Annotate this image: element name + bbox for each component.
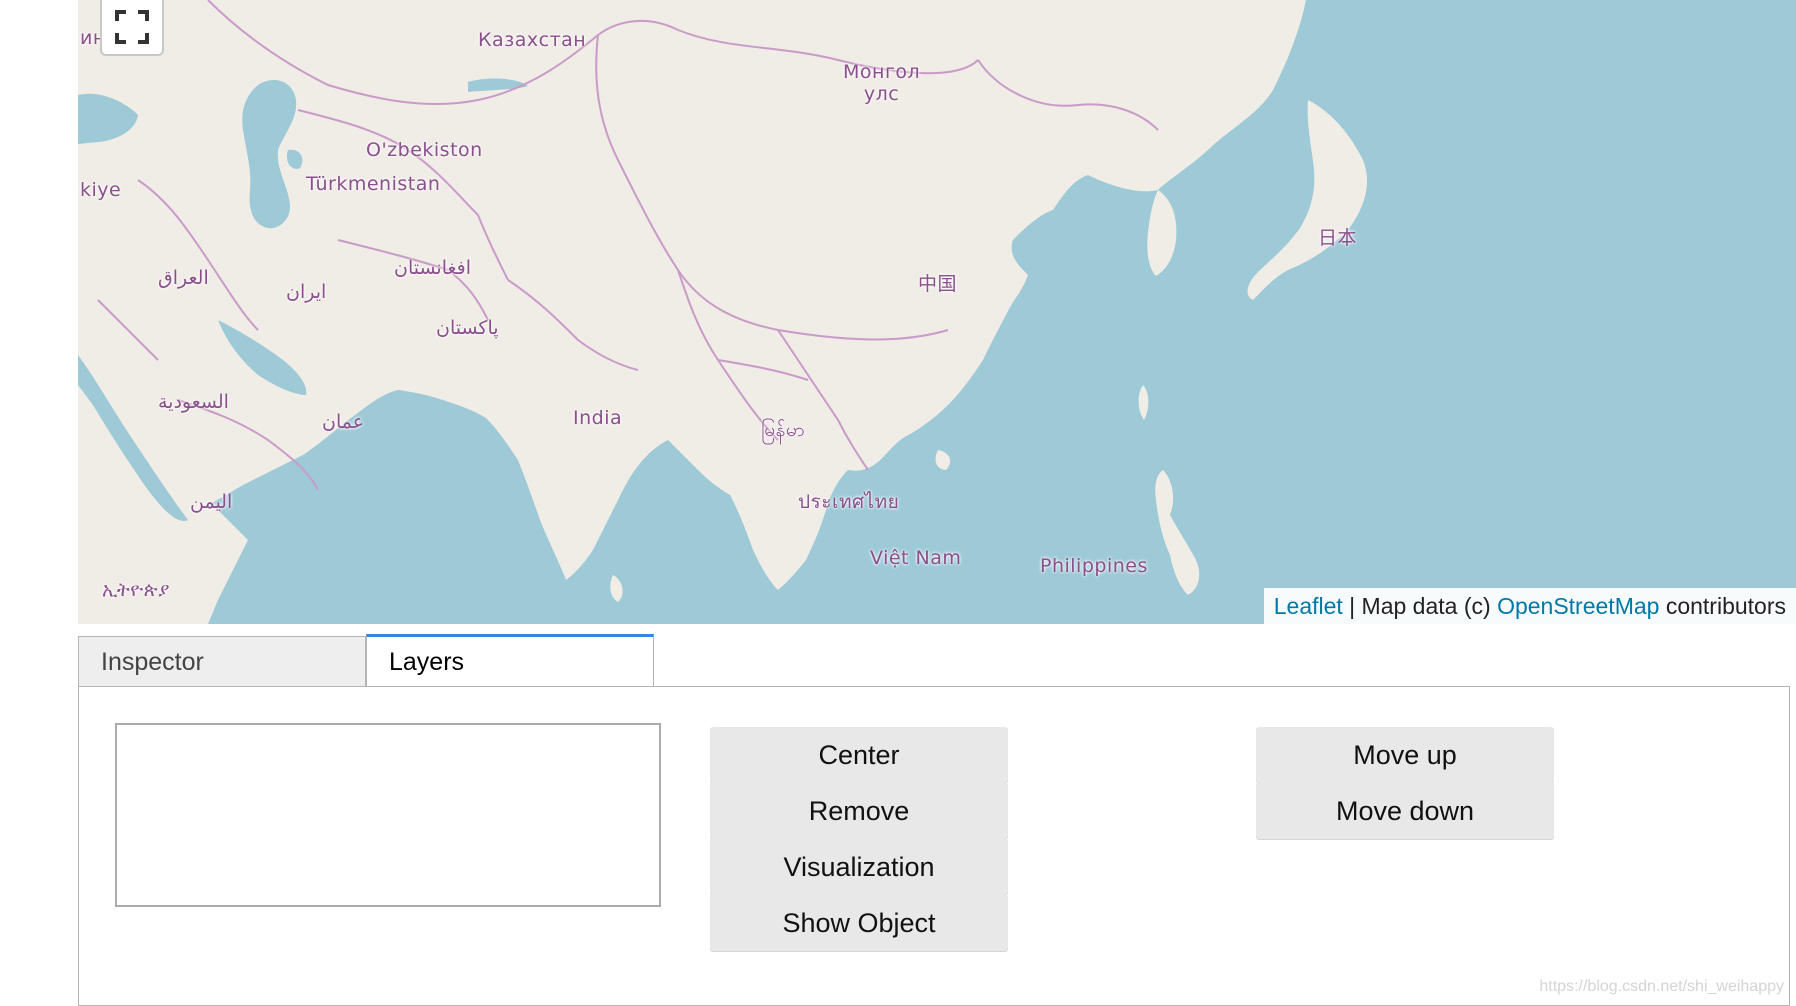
map-attribution: Leaflet | Map data (c) OpenStreetMap con… (1263, 588, 1796, 624)
map-label-iran: ایران (286, 281, 327, 303)
map-label-iraq: العراق (158, 267, 209, 289)
watermark: https://blog.csdn.net/shi_weihappy (1539, 978, 1784, 995)
map-label-oman: عمان (322, 411, 365, 433)
map-label-mongolia: Монгол улс (843, 61, 921, 105)
land-hainan (935, 450, 951, 470)
attribution-suffix: contributors (1659, 593, 1786, 619)
attribution-text: | Map data (c) (1342, 593, 1498, 619)
map-label-thailand: ประเทศไทย (798, 491, 900, 513)
move-up-button[interactable]: Move up (1256, 727, 1554, 783)
land-taiwan (1138, 385, 1149, 420)
fullscreen-button[interactable] (100, 0, 164, 56)
map-tiles (78, 0, 1368, 624)
tab-layers[interactable]: Layers (366, 634, 654, 688)
openstreetmap-link[interactable]: OpenStreetMap (1497, 593, 1659, 619)
map-label-philippines: Philippines (1040, 555, 1148, 577)
map-label-afghanistan: افغانستان (394, 257, 472, 279)
map-label-turkiye: kiye (80, 179, 122, 201)
map-label-saudi: السعودية (158, 391, 229, 413)
move-down-button[interactable]: Move down (1256, 783, 1554, 839)
map-label-kazakhstan: Казахстан (478, 29, 587, 51)
map-label-china: 中国 (918, 273, 958, 295)
map-label-myanmar: မြန်မာ (761, 419, 806, 441)
land-korea (1147, 190, 1177, 276)
map-label-vietnam: Việt Nam (870, 547, 962, 569)
map-label-yemen: اليمن (190, 491, 233, 513)
show-object-button[interactable]: Show Object (710, 895, 1008, 951)
fullscreen-icon (115, 10, 149, 44)
leaflet-link[interactable]: Leaflet (1274, 593, 1343, 619)
map-label-uzbekistan: O'zbekiston (366, 139, 483, 161)
land-srilanka (610, 575, 623, 602)
remove-button[interactable]: Remove (710, 783, 1008, 839)
map-label-pakistan: پاکستان (436, 317, 499, 339)
visualization-button[interactable]: Visualization (710, 839, 1008, 895)
land-philippines (1155, 470, 1200, 595)
map-label-india: India (573, 407, 623, 429)
map-view[interactable]: Казахстан Монгол улс O'zbekiston Türkmenist… (78, 0, 1796, 624)
tab-inspector[interactable]: Inspector (78, 636, 366, 688)
layers-listbox[interactable] (115, 723, 661, 907)
land-japan (1247, 100, 1368, 300)
map-label-ethiopia: ኢትዮጵያ (102, 579, 170, 601)
map-label-japan: 日本 (1318, 227, 1358, 249)
layers-panel: Center Remove Visualization Show Object … (78, 686, 1790, 1006)
center-button[interactable]: Center (710, 727, 1008, 783)
map-label-turkmenistan: Türkmenistan (306, 173, 441, 195)
